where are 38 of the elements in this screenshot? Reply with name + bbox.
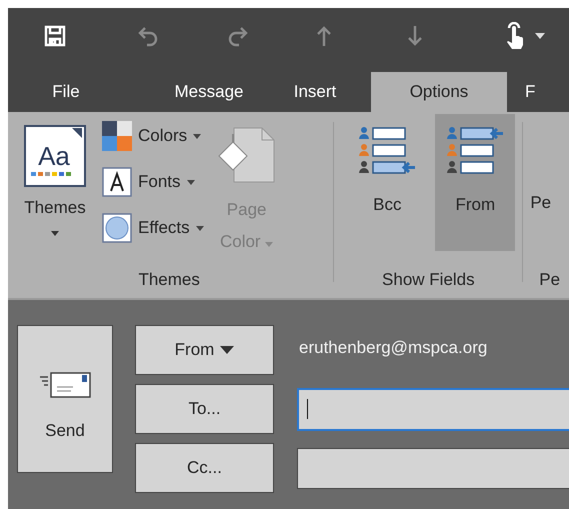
ribbon-tab[interactable]: Options: [371, 72, 507, 112]
themes-button[interactable]: Aa Themes: [12, 118, 98, 240]
caret-icon: [193, 134, 202, 138]
ribbon-dropdown-button[interactable]: Effects: [102, 213, 204, 243]
ribbon-tab[interactable]: Message: [157, 72, 261, 112]
caret-icon: [186, 180, 195, 184]
save-icon[interactable]: [44, 24, 66, 46]
dropdown-caret-icon[interactable]: [535, 32, 545, 38]
ribbon-tab[interactable]: File: [45, 72, 87, 112]
envelope-icon: [39, 370, 91, 398]
up-arrow-icon[interactable]: [316, 24, 332, 46]
cc-field[interactable]: [297, 448, 569, 488]
address-fields-icon: [358, 126, 416, 176]
ribbon-button[interactable]: Pe: [530, 188, 552, 218]
show-field-button[interactable]: Bcc: [347, 114, 428, 251]
caret-icon: [220, 346, 234, 354]
down-arrow-icon[interactable]: [407, 24, 423, 46]
to-button[interactable]: To...: [135, 384, 274, 434]
font-letter-icon: [102, 167, 132, 197]
color-palette-icon: [102, 121, 132, 151]
to-field[interactable]: [297, 388, 569, 430]
cc-button[interactable]: Cc...: [135, 443, 274, 493]
show-field-button[interactable]: From: [435, 114, 516, 251]
ribbon-tab[interactable]: F: [525, 72, 555, 112]
ribbon-tab[interactable]: Insert: [279, 72, 351, 112]
group-label: Pe: [538, 270, 562, 291]
themes-icon: Aa: [24, 125, 86, 187]
from-button[interactable]: From: [135, 325, 274, 375]
caret-icon: [265, 242, 274, 247]
ribbon-dropdown-button[interactable]: Colors: [102, 121, 204, 151]
sender-address: eruthenberg@mspca.org: [299, 338, 488, 358]
caret-icon: [196, 226, 204, 230]
send-button[interactable]: Send: [17, 325, 113, 473]
group-label: Show Fields: [381, 270, 476, 291]
group-label: Themes: [137, 270, 201, 291]
address-fields-icon: [446, 126, 504, 176]
ribbon-dropdown-button[interactable]: Fonts: [102, 167, 204, 197]
caret-icon: [51, 231, 59, 236]
